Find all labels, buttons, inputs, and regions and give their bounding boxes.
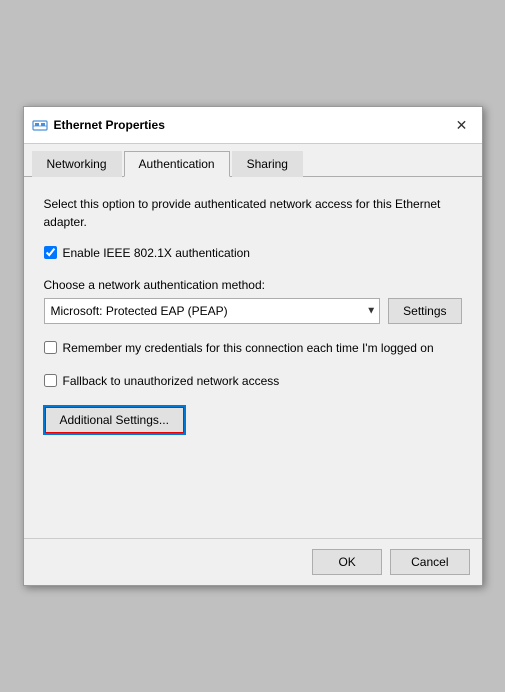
remember-credentials-row: Remember my credentials for this connect… [44,340,462,357]
tab-sharing[interactable]: Sharing [232,151,303,177]
fallback-checkbox[interactable] [44,374,57,387]
method-dropdown-container: Microsoft: Protected EAP (PEAP) ▼ [44,298,381,324]
authentication-method-row: Microsoft: Protected EAP (PEAP) ▼ Settin… [44,298,462,324]
fallback-label[interactable]: Fallback to unauthorized network access [63,373,280,390]
settings-button[interactable]: Settings [388,298,461,324]
dialog-footer: OK Cancel [24,538,482,585]
method-dropdown[interactable]: Microsoft: Protected EAP (PEAP) [44,298,381,324]
fallback-row: Fallback to unauthorized network access [44,373,462,390]
enable-ieee-row: Enable IEEE 802.1X authentication [44,245,462,262]
tab-bar: Networking Authentication Sharing [24,144,482,177]
ethernet-properties-window: Ethernet Properties ✕ Networking Authent… [23,106,483,585]
tab-authentication[interactable]: Authentication [124,151,230,177]
additional-settings-button[interactable]: Additional Settings... [44,406,185,434]
title-bar: Ethernet Properties ✕ [24,107,482,144]
tab-content: Select this option to provide authentica… [24,177,482,457]
enable-ieee-checkbox[interactable] [44,246,57,259]
remember-credentials-checkbox[interactable] [44,341,57,354]
description-text: Select this option to provide authentica… [44,195,462,231]
window-icon [32,117,48,133]
tab-networking[interactable]: Networking [32,151,122,177]
enable-ieee-label[interactable]: Enable IEEE 802.1X authentication [63,245,250,262]
close-button[interactable]: ✕ [450,113,474,137]
window-title: Ethernet Properties [54,118,450,132]
cancel-button[interactable]: Cancel [390,549,469,575]
ok-button[interactable]: OK [312,549,382,575]
choose-method-label: Choose a network authentication method: [44,278,462,292]
additional-settings-wrapper: Additional Settings... [44,406,462,434]
remember-credentials-label[interactable]: Remember my credentials for this connect… [63,340,434,357]
